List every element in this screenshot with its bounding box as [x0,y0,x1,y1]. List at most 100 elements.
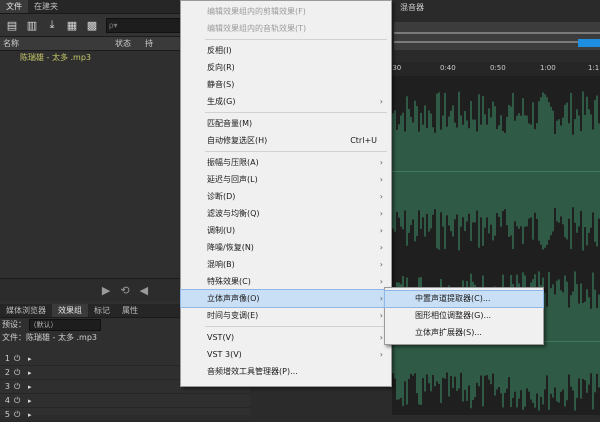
submenu-arrow-icon: › [379,175,383,184]
editor-header: 混音器 :30 0:40 0:50 1:00 1:1 [386,0,600,77]
submenu-item-graphic-phase-shifter[interactable]: 图形相位调整器(G)... [385,308,543,324]
menu-item-label: 特殊效果(C) [207,277,251,286]
rack-slot[interactable]: 5 ⏻ ▸ [0,408,250,422]
menu-item-edit-track-effects: 编辑效果组内的音轨效果(T) [207,24,307,33]
menu-item-vst3[interactable]: VST 3(V) › [181,346,391,363]
power-icon[interactable]: ⏻ [14,354,24,364]
menu-item-delay-echo[interactable]: 延迟与回声(L) › [181,171,391,188]
submenu-item-stereo-expander[interactable]: 立体声扩展器(S)... [385,325,543,341]
col-status[interactable]: 状态 [115,38,145,49]
submenu-arrow-icon: › [379,209,383,218]
volume-icon[interactable]: ◀ [140,284,148,297]
play-icon[interactable]: ▶ [102,284,110,297]
menu-item-label: 立体声声像(O) [207,294,260,303]
ruler-tick: 0:40 [440,64,456,72]
submenu-arrow-icon: › [379,158,383,167]
timeline-ruler[interactable]: :30 0:40 0:50 1:00 1:1 [386,62,600,77]
chevron-right-icon[interactable]: ▸ [28,355,32,363]
menu-item-vst[interactable]: VST(V) › [181,329,391,346]
menu-item-special[interactable]: 特殊效果(C) › [181,273,391,290]
menu-item-filter-eq[interactable]: 滤波与均衡(Q) › [181,205,391,222]
submenu-arrow-icon: › [379,260,383,269]
menu-separator [205,39,387,40]
preset-select[interactable]: （默认） [28,318,101,331]
ruler-tick: 0:50 [490,64,506,72]
waveform-display[interactable] [392,76,600,415]
submenu-arrow-icon: › [379,226,383,235]
submenu-arrow-icon: › [379,277,383,286]
menu-item-reverse[interactable]: 反向(R) [181,59,391,76]
submenu-arrow-icon: › [379,333,383,342]
menu-item-time-pitch[interactable]: 时间与变调(E) › [181,307,391,324]
loop-icon[interactable]: ⟲ [120,284,129,297]
delete-icon[interactable]: ▩ [84,18,100,32]
chevron-right-icon[interactable]: ▸ [28,369,32,377]
preset-label: 预设： [2,320,26,329]
menu-item-silence[interactable]: 静音(S) [181,76,391,93]
power-icon[interactable]: ⏻ [14,396,24,406]
new-file-icon[interactable]: ▤ [4,18,20,32]
submenu-arrow-icon: › [379,97,383,106]
menu-item-reverb[interactable]: 混响(B) › [181,256,391,273]
menu-item-amplitude[interactable]: 振幅与压限(A) › [181,154,391,171]
menu-separator [205,151,387,152]
menu-item-label: 混响(B) [207,260,235,269]
ruler-tick: 1:00 [540,64,556,72]
rack-slot[interactable]: 4 ⏻ ▸ [0,394,250,408]
power-icon[interactable]: ⏻ [14,368,24,378]
tab-favorites[interactable]: 在建夹 [28,0,64,13]
menu-item-match-volume[interactable]: 匹配音量(M) [181,115,391,132]
rack-slot-number: 4 [4,396,10,405]
open-file-icon[interactable]: ▥ [24,18,40,32]
menu-item-plugin-manager[interactable]: 音频增效工具管理器(P)... [181,363,391,380]
menu-separator [205,112,387,113]
rack-slot-number: 1 [4,354,10,363]
submenu-arrow-icon: › [379,294,383,303]
waveform-centerline [392,171,600,172]
menu-item-label: 自动修复选区(H) [207,136,268,145]
submenu-arrow-icon: › [379,192,383,201]
menu-item-edit-clip-effects: 编辑效果组内的剪辑效果(F) [207,7,306,16]
chevron-right-icon[interactable]: ▸ [28,397,32,405]
tab-markers[interactable]: 标记 [88,304,116,317]
menu-item-diagnostics[interactable]: 诊断(D) › [181,188,391,205]
menu-item-generate[interactable]: 生成(G) › [181,93,391,110]
tab-mixer[interactable]: 混音器 [400,2,424,13]
effects-menu: 编辑效果组内的剪辑效果(F) 编辑效果组内的音轨效果(T) 反相(I) 反向(R… [180,0,392,387]
submenu-arrow-icon: › [379,311,383,320]
menu-item-label: 诊断(D) [207,192,236,201]
menu-item-noise-reduction[interactable]: 降噪/恢复(N) › [181,239,391,256]
tab-properties[interactable]: 属性 [116,304,144,317]
submenu-arrow-icon: › [379,243,383,252]
submenu-item-center-channel-extractor[interactable]: 中置声道提取器(C)... [384,290,544,308]
submenu-arrow-icon: › [379,350,383,359]
menu-item-label: 滤波与均衡(Q) [207,209,260,218]
menu-item-label: VST 3(V) [207,350,242,359]
tab-files[interactable]: 文件 [0,0,28,13]
col-extra[interactable]: 持 [145,38,153,49]
import-icon[interactable]: ⤓ [44,18,60,32]
menu-item-stereo-imagery[interactable]: 立体声声像(O) › [180,289,392,308]
menu-item-modulation[interactable]: 调制(U) › [181,222,391,239]
search-input[interactable] [106,17,182,33]
waveform-overview[interactable] [394,22,600,50]
tab-effects-rack[interactable]: 效果组 [52,304,88,317]
overview-selection[interactable] [578,39,600,47]
menu-item-invert[interactable]: 反相(I) [181,42,391,59]
ruler-tick: 1:1 [588,64,600,72]
tab-media-browser[interactable]: 媒体浏览器 [0,304,52,317]
menu-separator [205,326,387,327]
overview-wave [394,32,600,43]
close-file-icon[interactable]: ▦ [64,18,80,32]
menu-item-label: 振幅与压限(A) [207,158,259,167]
power-icon[interactable]: ⏻ [14,382,24,392]
menu-item-label: 时间与变调(E) [207,311,259,320]
rack-slot-number: 2 [4,368,10,377]
menu-item-auto-heal[interactable]: 自动修复选区(H) Ctrl+U [181,132,391,149]
menu-shortcut: Ctrl+U [350,136,377,145]
menu-item-label: 延迟与回声(L) [207,175,258,184]
waveform [392,91,600,411]
col-name[interactable]: 名称 [0,38,115,49]
menu-item-label: VST(V) [207,333,235,342]
chevron-right-icon[interactable]: ▸ [28,383,32,391]
